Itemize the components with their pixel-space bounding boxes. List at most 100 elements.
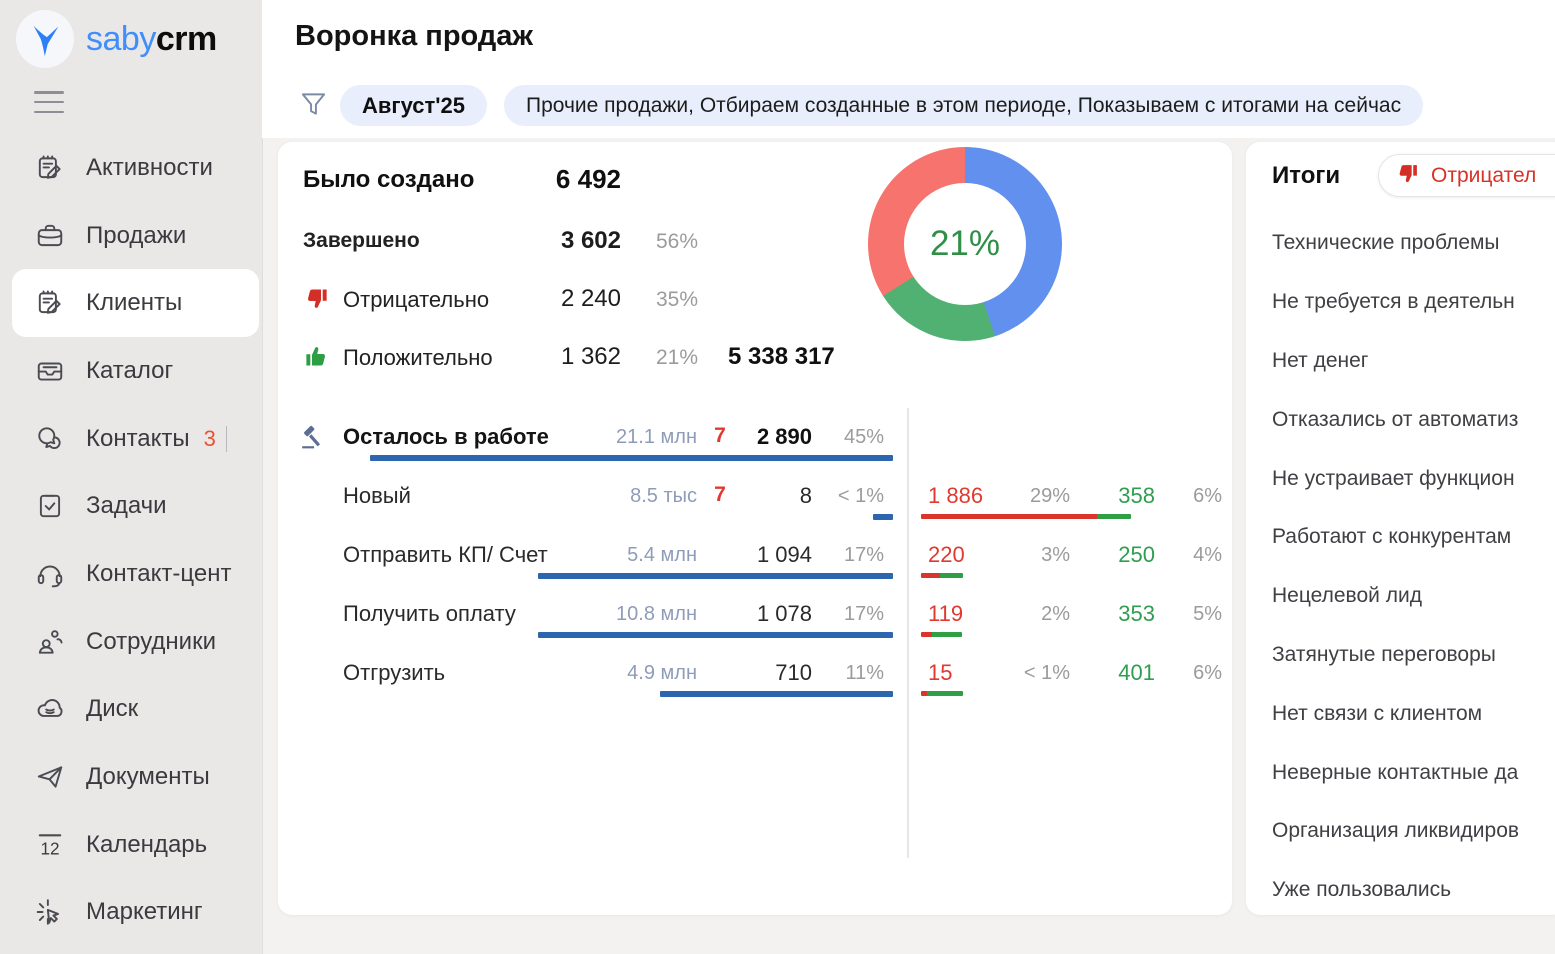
stage-positive-percent: 6% xyxy=(1163,485,1222,508)
summary-label: Отрицательно xyxy=(343,287,489,313)
sidebar-item-label: Маркетинг xyxy=(86,898,203,926)
stage-label: Отправить КП/ Счет xyxy=(343,542,548,568)
stage-negative-positive-bar xyxy=(921,691,963,696)
plane-icon xyxy=(34,761,66,793)
stage-progress-bar xyxy=(660,691,893,697)
funnel-card: Было создано 6 492 Завершено3 60256%Отри… xyxy=(278,142,1232,915)
created-label: Было создано xyxy=(303,166,474,194)
saby-bird-icon xyxy=(16,10,74,68)
results-list-item[interactable]: Нет связи с клиентом xyxy=(1246,684,1555,743)
results-list-item[interactable]: Отказались от автоматиз xyxy=(1246,390,1555,449)
sidebar-item-calendar[interactable]: 12 Календарь xyxy=(12,811,259,879)
sidebar-item-sales[interactable]: Продажи xyxy=(12,202,259,270)
created-value: 6 492 xyxy=(498,164,621,195)
results-list-item[interactable]: Нет денег xyxy=(1246,332,1555,391)
summary-row-down[interactable]: Отрицательно2 24035% xyxy=(278,285,878,317)
results-list-item[interactable]: Неверные контактные да xyxy=(1246,743,1555,802)
sidebar-item-label: Календарь xyxy=(86,831,207,859)
stage-progress-bar xyxy=(538,573,893,579)
filter-description-pill[interactable]: Прочие продажи, Отбираем созданные в это… xyxy=(504,85,1423,126)
sidebar-item-employees[interactable]: Сотрудники xyxy=(12,608,259,676)
notepad-icon xyxy=(34,287,66,319)
stage-negative-positive-bar xyxy=(921,573,963,578)
funnel-stage-row[interactable]: Отправить КП/ Счет5.4 млн1 09417%2203%25… xyxy=(278,526,1232,585)
sidebar-item-label: Сотрудники xyxy=(86,628,216,656)
menu-hamburger-icon[interactable] xyxy=(34,91,64,113)
stage-negative-positive-bar xyxy=(921,514,1131,519)
notepad-icon xyxy=(34,152,66,184)
filter-funnel-icon[interactable] xyxy=(300,90,327,125)
sidebar-item-label: Продажи xyxy=(86,222,186,250)
thumb-down-icon xyxy=(1395,161,1420,191)
summary-label: Положительно xyxy=(343,345,493,371)
logo[interactable]: sabycrm xyxy=(16,10,217,68)
sidebar-item-documents[interactable]: Документы xyxy=(12,743,259,811)
inbox-icon xyxy=(34,355,66,387)
stage-label: Осталось в работе xyxy=(343,424,549,450)
stage-amount: 5.4 млн xyxy=(558,544,697,567)
summary-value: 3 602 xyxy=(498,227,621,255)
sidebar-item-label: Активности xyxy=(86,154,213,182)
people-icon xyxy=(34,626,66,658)
stage-positive-count: 401 xyxy=(1078,660,1155,686)
results-list-item[interactable]: Технические проблемы xyxy=(1246,214,1555,273)
sidebar-item-label: Клиенты xyxy=(86,289,182,317)
clipboard-icon xyxy=(34,490,66,522)
sidebar-item-marketing[interactable]: Маркетинг xyxy=(12,879,259,947)
sidebar-item-label: Задачи xyxy=(86,492,167,520)
svg-text:12: 12 xyxy=(40,838,59,858)
funnel-stage-row[interactable]: Новый8.5 тыс78< 1%1 88629%3586% xyxy=(278,467,1232,526)
funnel-stage-row[interactable]: Получить оплату10.8 млн1 07817%1192%3535… xyxy=(278,585,1232,644)
stage-count: 1 094 xyxy=(728,542,812,568)
spark-icon xyxy=(34,896,66,928)
summary-percent: 56% xyxy=(633,230,698,254)
stage-negative-percent: 29% xyxy=(990,485,1070,508)
sidebar-item-disk[interactable]: Диск xyxy=(12,676,259,744)
funnel-header-row[interactable]: Осталось в работе21.1 млн72 89045% xyxy=(278,408,1232,467)
stage-positive-percent: 4% xyxy=(1163,544,1222,567)
stage-count: 710 xyxy=(728,660,812,686)
results-list-item[interactable]: Организация ликвидиров xyxy=(1246,802,1555,861)
sidebar-item-badge: 3 xyxy=(204,426,216,452)
results-negative-filter-badge[interactable]: Отрицател xyxy=(1378,154,1555,197)
chat-icon xyxy=(34,423,66,455)
sidebar-item-label: Документы xyxy=(86,763,210,791)
stage-positive-count: 358 xyxy=(1078,483,1155,509)
sidebar-nav: Активности Продажи Клиенты КаталогКонтакты3… xyxy=(0,134,262,946)
stage-percent: 11% xyxy=(814,662,884,685)
results-list-item[interactable]: Уже пользовались xyxy=(1246,861,1555,920)
sidebar-item-tasks[interactable]: Задачи xyxy=(12,472,259,540)
funnel-stage-row[interactable]: Отгрузить4.9 млн71011%15< 1%4016% xyxy=(278,644,1232,703)
filter-period-pill[interactable]: Август'25 xyxy=(340,85,487,126)
stage-percent: 17% xyxy=(814,544,884,567)
sidebar-item-activities[interactable]: Активности xyxy=(12,134,259,202)
summary-row-closed[interactable]: Завершено3 60256% xyxy=(278,227,878,259)
summary-percent: 35% xyxy=(633,288,698,312)
brand-text: sabycrm xyxy=(86,20,217,59)
thumb-up-icon xyxy=(303,343,330,375)
sidebar-item-contacts[interactable]: Контакты3 xyxy=(12,405,259,473)
gavel-icon xyxy=(300,424,326,455)
results-card: Итоги Отрицател Технические проблемыНе т… xyxy=(1246,142,1555,915)
results-list-item[interactable]: Работают с конкурентам xyxy=(1246,508,1555,567)
stage-amount: 21.1 млн xyxy=(558,426,697,449)
results-list-item[interactable]: Не устраивает функцион xyxy=(1246,449,1555,508)
summary-amount: 5 338 317 xyxy=(728,343,835,371)
results-list-item[interactable]: Нецелевой лид xyxy=(1246,567,1555,626)
results-list-item[interactable]: Не требуется в деятельн xyxy=(1246,273,1555,332)
results-list-item[interactable]: Затянутые переговоры xyxy=(1246,626,1555,685)
stage-negative-positive-bar xyxy=(921,632,962,637)
stage-progress-bar xyxy=(873,514,893,520)
page-title: Воронка продаж xyxy=(295,20,533,53)
sidebar-item-clients[interactable]: Клиенты xyxy=(12,269,259,337)
conversion-donut-chart[interactable]: 21% xyxy=(868,147,1062,341)
stage-count: 1 078 xyxy=(728,601,812,627)
sidebar-item-catalog[interactable]: Каталог xyxy=(12,337,259,405)
funnel-divider xyxy=(907,408,909,858)
stage-positive-count: 353 xyxy=(1078,601,1155,627)
summary-row-up[interactable]: Положительно1 36221%5 338 317 xyxy=(278,343,878,375)
badge-divider xyxy=(226,426,228,452)
stage-negative-percent: 2% xyxy=(990,603,1070,626)
sidebar-item-contact-center[interactable]: Контакт-цент xyxy=(12,540,259,608)
stage-negative-percent: < 1% xyxy=(990,662,1070,685)
